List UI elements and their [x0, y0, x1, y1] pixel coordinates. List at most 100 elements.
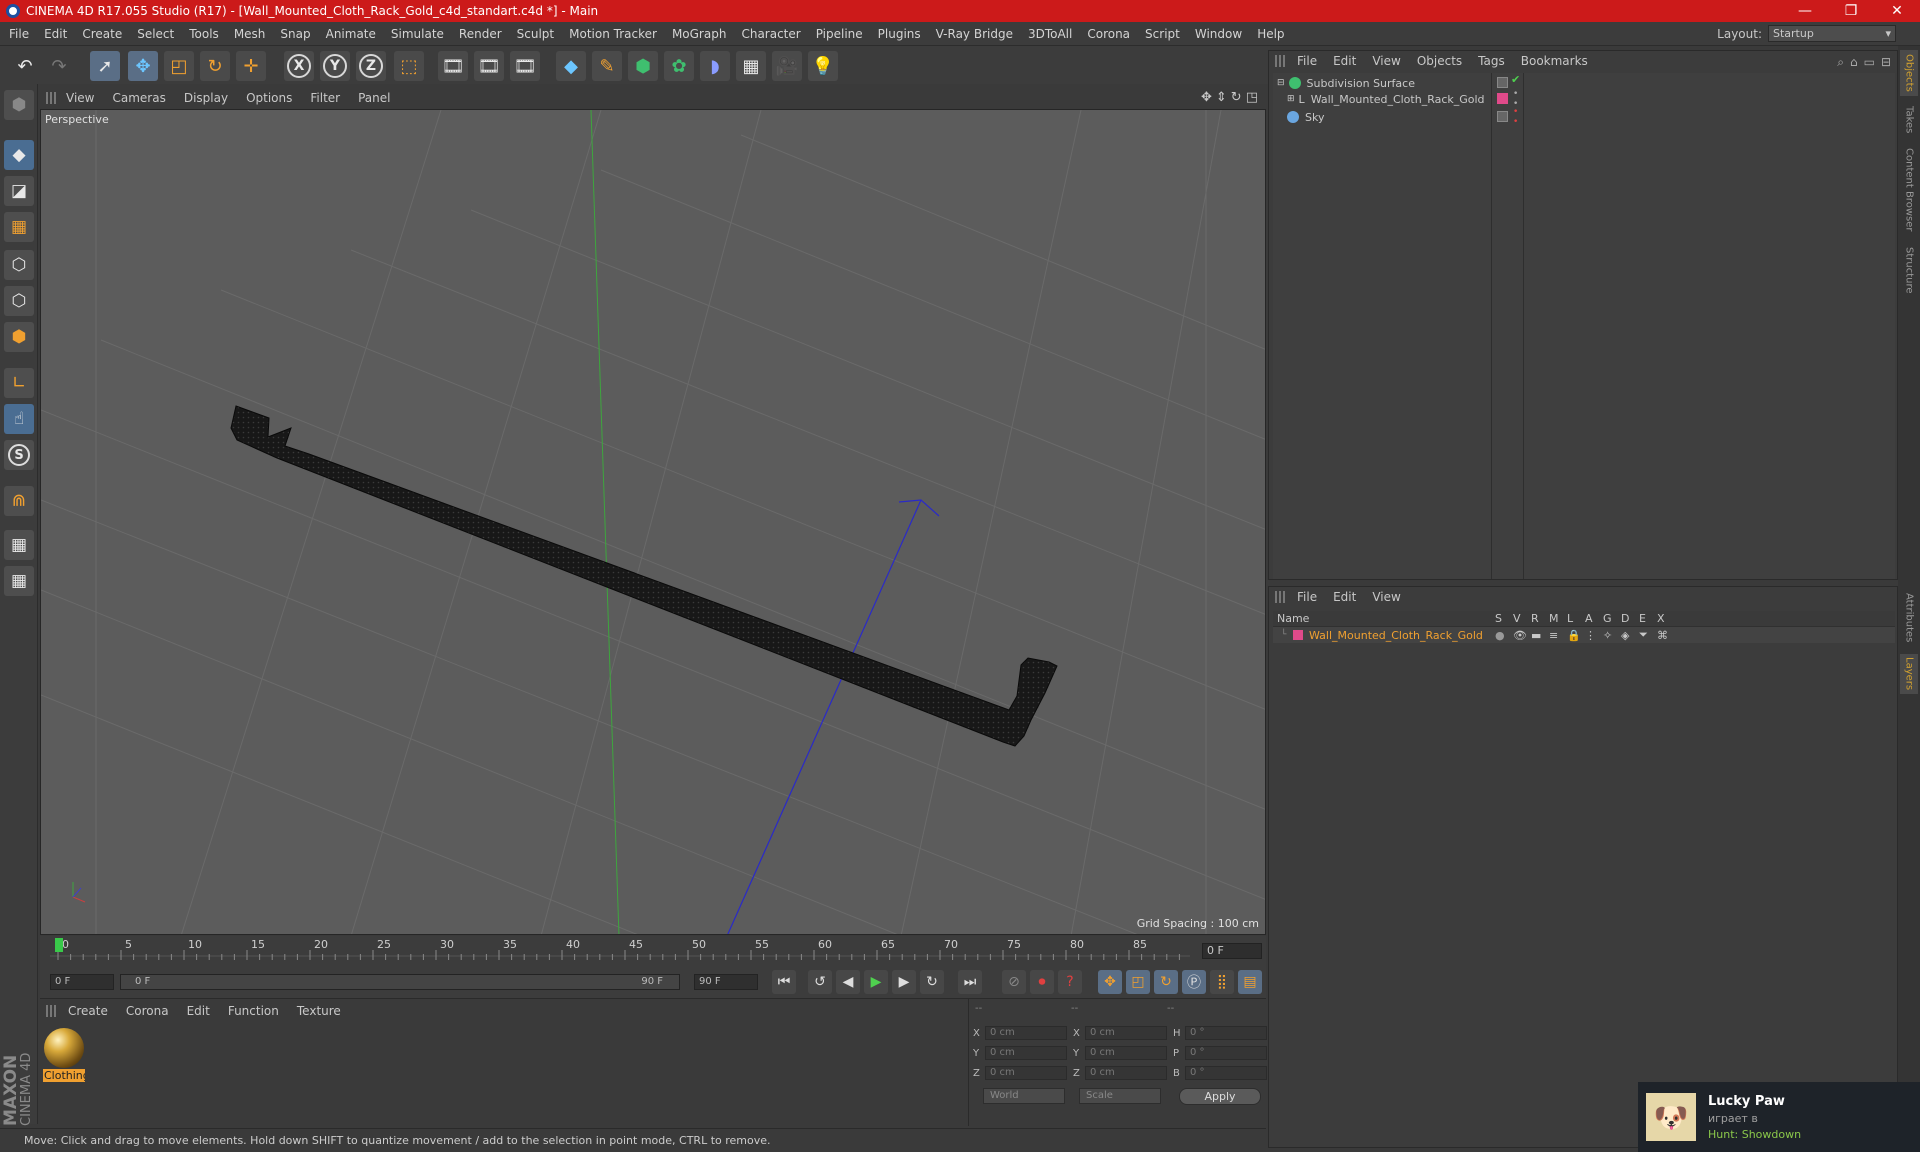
tab-attributes[interactable]: Attributes: [1900, 588, 1918, 648]
material-menu-texture[interactable]: Texture: [297, 1004, 341, 1018]
manager-toggle-icon[interactable]: ≡: [1549, 629, 1567, 642]
polygons-mode-icon[interactable]: ⬢: [4, 322, 34, 352]
solo-mode-icon[interactable]: S: [4, 440, 34, 470]
render-toggle-icon[interactable]: ▬: [1531, 629, 1549, 642]
next-key-icon[interactable]: ↻: [920, 970, 944, 994]
panel-collapse-icon[interactable]: ⊟: [1881, 55, 1891, 70]
menu-3dtoall[interactable]: 3DToAll: [1028, 27, 1072, 41]
layers-menu-edit[interactable]: Edit: [1333, 590, 1356, 604]
key-rotation-icon[interactable]: ↻: [1154, 970, 1178, 994]
cloner-icon[interactable]: ✿: [664, 51, 694, 81]
dolly-view-icon[interactable]: ⇕: [1216, 90, 1227, 105]
objects-menu-edit[interactable]: Edit: [1333, 54, 1356, 68]
objects-menu-tags[interactable]: Tags: [1478, 54, 1505, 68]
menu-animate[interactable]: Animate: [326, 27, 376, 41]
x-axis-lock-icon[interactable]: X: [284, 51, 314, 81]
timeline-window-icon[interactable]: ▤: [1238, 970, 1262, 994]
scale-tool-icon[interactable]: ◰: [164, 51, 194, 81]
start-frame-field[interactable]: 0 F: [50, 974, 114, 990]
solo-toggle-icon[interactable]: ●: [1495, 629, 1513, 642]
menu-select[interactable]: Select: [137, 27, 174, 41]
viewport-menu-filter[interactable]: Filter: [310, 91, 340, 105]
menu-file[interactable]: File: [9, 27, 29, 41]
end-frame-field[interactable]: 90 F: [694, 974, 758, 990]
play-icon[interactable]: ▶: [864, 970, 888, 994]
redo-icon[interactable]: ↷: [44, 51, 74, 81]
pen-spline-icon[interactable]: ✎: [592, 51, 622, 81]
viewport-menu-cameras[interactable]: Cameras: [112, 91, 165, 105]
keyframe-selection-icon[interactable]: ?: [1058, 970, 1082, 994]
material-menu-create[interactable]: Create: [68, 1004, 108, 1018]
menu-simulate[interactable]: Simulate: [391, 27, 444, 41]
coordinate-system-icon[interactable]: ⬚: [394, 51, 424, 81]
viewport-menu-options[interactable]: Options: [246, 91, 292, 105]
camera-icon[interactable]: 🎥: [772, 51, 802, 81]
tab-objects[interactable]: Objects: [1900, 50, 1918, 96]
timeline-ruler[interactable]: 051015202530354045505560657075808590 0 F: [40, 936, 1266, 966]
menu-pipeline[interactable]: Pipeline: [816, 27, 863, 41]
menu-mograph[interactable]: MoGraph: [672, 27, 727, 41]
key-position-icon[interactable]: ✥: [1098, 970, 1122, 994]
maximize-button[interactable]: ❐: [1828, 0, 1874, 22]
layer-tag-icon[interactable]: [1497, 111, 1508, 122]
current-frame-field[interactable]: 0 F: [1202, 943, 1262, 959]
key-pla-icon[interactable]: ⣿: [1210, 970, 1234, 994]
expand-icon[interactable]: ⊞: [1287, 94, 1295, 104]
undo-icon[interactable]: ↶: [10, 51, 40, 81]
deformers-toggle-icon[interactable]: ◈: [1621, 629, 1639, 642]
rotate-tool-icon[interactable]: ↻: [200, 51, 230, 81]
menu-sculpt[interactable]: Sculpt: [517, 27, 554, 41]
live-select-icon[interactable]: ✛: [236, 51, 266, 81]
previous-frame-icon[interactable]: ◀: [836, 970, 860, 994]
menu-tools[interactable]: Tools: [189, 27, 219, 41]
layer-tag-icon[interactable]: [1497, 77, 1508, 88]
menu-window[interactable]: Window: [1195, 27, 1242, 41]
menu-character[interactable]: Character: [741, 27, 800, 41]
frame-range-slider[interactable]: 0 F 90 F: [120, 974, 680, 990]
edges-mode-icon[interactable]: ⬡: [4, 286, 34, 316]
home-icon[interactable]: ⌂: [1850, 55, 1858, 70]
z-axis-lock-icon[interactable]: Z: [356, 51, 386, 81]
menu-render[interactable]: Render: [459, 27, 502, 41]
close-button[interactable]: ✕: [1874, 0, 1920, 22]
menu-mesh[interactable]: Mesh: [234, 27, 266, 41]
render-view-icon[interactable]: 🎞: [438, 51, 468, 81]
viewport-menu-view[interactable]: View: [66, 91, 94, 105]
floor-icon[interactable]: ▦: [736, 51, 766, 81]
steam-notification[interactable]: 🐶 Lucky Paw играет в Hunt: Showdown: [1638, 1082, 1920, 1152]
view-toggle-icon[interactable]: 👁: [1513, 629, 1531, 642]
render-picture-viewer-icon[interactable]: 🎞: [474, 51, 504, 81]
menu-snap[interactable]: Snap: [280, 27, 310, 41]
tab-content-browser[interactable]: Content Browser: [1900, 144, 1918, 236]
menu-script[interactable]: Script: [1145, 27, 1180, 41]
previous-key-icon[interactable]: ↺: [808, 970, 832, 994]
size-y-field[interactable]: 0 cm: [1085, 1046, 1167, 1060]
search-icon[interactable]: ⌕: [1837, 55, 1844, 70]
move-tool-icon[interactable]: ✥: [128, 51, 158, 81]
position-z-field[interactable]: 0 cm: [985, 1066, 1067, 1080]
snap-magnet-icon[interactable]: ⋒: [4, 486, 34, 516]
object-row-sky[interactable]: Sky • •: [1273, 107, 1895, 127]
orbit-view-icon[interactable]: ↻: [1231, 90, 1242, 105]
objects-menu-bookmarks[interactable]: Bookmarks: [1521, 54, 1588, 68]
apply-button[interactable]: Apply: [1179, 1088, 1261, 1105]
tab-layers[interactable]: Layers: [1900, 654, 1918, 694]
minimize-button[interactable]: —: [1782, 0, 1828, 22]
perspective-viewport[interactable]: Perspective Grid Spacing : 100 cm: [40, 109, 1266, 935]
auto-keying-icon[interactable]: ⏺: [1030, 970, 1054, 994]
menu-corona[interactable]: Corona: [1087, 27, 1130, 41]
workplane-mode-icon[interactable]: ▦: [4, 212, 34, 242]
menu-edit[interactable]: Edit: [44, 27, 67, 41]
axis-mode-icon[interactable]: ∟: [4, 368, 34, 398]
rotation-p-field[interactable]: 0 °: [1185, 1046, 1267, 1060]
make-editable-icon[interactable]: ⬢: [4, 90, 34, 120]
subdivision-surface-icon[interactable]: ⬢: [628, 51, 658, 81]
animation-toggle-icon[interactable]: ⋮: [1585, 629, 1603, 642]
new-view-icon[interactable]: ▭: [1864, 55, 1875, 70]
rotation-h-field[interactable]: 0 °: [1185, 1026, 1267, 1040]
layers-menu-file[interactable]: File: [1297, 590, 1317, 604]
rotation-b-field[interactable]: 0 °: [1185, 1066, 1267, 1080]
visibility-dots-icon[interactable]: • •: [1513, 89, 1518, 109]
menu-motion-tracker[interactable]: Motion Tracker: [569, 27, 657, 41]
objects-menu-objects[interactable]: Objects: [1417, 54, 1462, 68]
